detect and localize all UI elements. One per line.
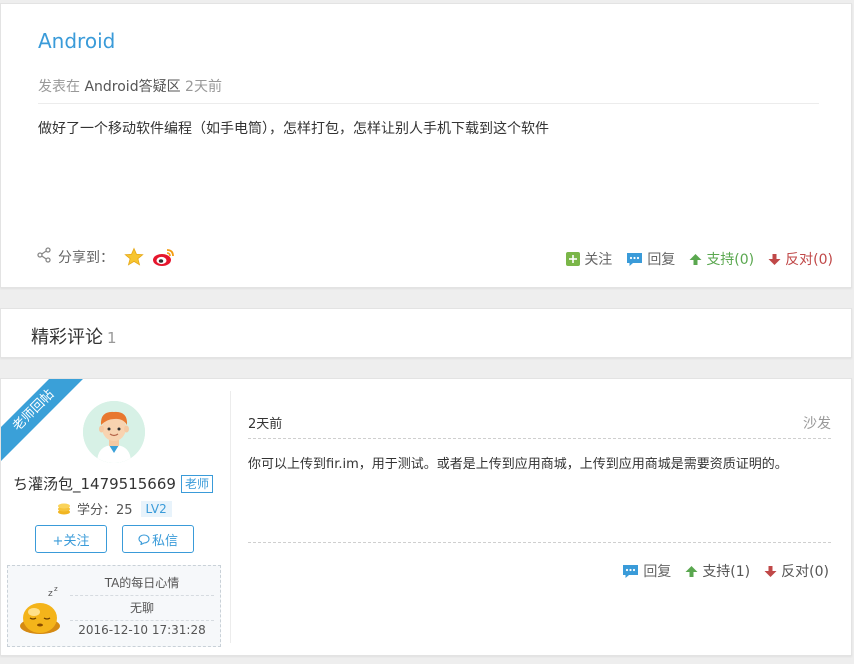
share-icon: [36, 247, 52, 267]
coin-icon: [57, 503, 71, 515]
meta-prefix: 发表在: [38, 79, 80, 95]
oppose-action[interactable]: 反对(0): [768, 249, 833, 269]
comments-title: 精彩评论 1: [31, 323, 117, 349]
floor-label: 沙发: [803, 416, 831, 432]
share-bar: 分享到：: [36, 247, 176, 267]
reply-label: 回复: [647, 252, 676, 268]
comment-card: 老师回帖 ち灌汤包_1479515669 老师 学分：25 LV2 +关注 私信…: [0, 378, 852, 656]
level-badge: LV2: [140, 500, 172, 517]
arrow-down-icon: [768, 253, 781, 266]
reply-action[interactable]: 回复: [626, 249, 675, 269]
comment-icon: [622, 564, 639, 579]
mood-text: 无聊: [70, 599, 214, 621]
question-body: 做好了一个移动软件编程（如手电筒），怎样打包，怎样让别人手机下载到这个软件: [38, 121, 549, 137]
username: ち灌汤包_1479515669 老师: [13, 473, 213, 494]
support-label: 支持(0): [706, 252, 755, 268]
comment-oppose-action[interactable]: 反对(0): [764, 561, 829, 581]
private-message-label: 私信: [151, 533, 178, 549]
comment-reply-label: 回复: [643, 564, 672, 580]
divider: [248, 438, 831, 439]
comment-time: 2天前: [248, 417, 283, 432]
share-label: 分享到：: [58, 250, 114, 266]
comments-title-text: 精彩评论: [31, 327, 103, 348]
follow-label: 关注: [584, 252, 613, 268]
teacher-badge: 老师: [180, 474, 213, 493]
comment-text: 你可以上传到fir.im，用于测试。或者是上传到应用商城，上传到应用商城是需要资…: [248, 457, 788, 472]
follow-action[interactable]: 关注: [566, 249, 612, 269]
username-text[interactable]: ち灌汤包_1479515669: [13, 473, 176, 494]
meta-time: 2天前: [185, 79, 222, 95]
comment-support-action[interactable]: 支持(1): [685, 561, 750, 581]
comment-oppose-label: 反对(0): [781, 564, 829, 580]
divider: [230, 391, 231, 643]
favorite-star-icon[interactable]: [124, 247, 144, 267]
arrow-up-icon: [685, 565, 698, 578]
private-message-button[interactable]: 私信: [122, 525, 194, 553]
question-actions: 关注 回复 支持(0) 反对(0): [552, 249, 833, 269]
comment-actions: 回复 支持(1) 反对(0): [608, 561, 829, 581]
question-meta: 发表在 Android答疑区 2天前: [38, 76, 222, 96]
category-link[interactable]: Android答疑区: [84, 79, 180, 95]
svg-text:z: z: [54, 585, 58, 593]
oppose-label: 反对(0): [785, 252, 833, 268]
plus-icon: [566, 252, 581, 266]
mood-time: 2016-12-10 17:31:28: [78, 623, 206, 637]
divider: [38, 103, 819, 104]
sleepy-face-icon: z z: [18, 584, 64, 638]
comment-icon: [626, 252, 643, 267]
comments-header: 精彩评论 1: [0, 308, 852, 358]
daily-mood-box: z z TA的每日心情 无聊 2016-12-10 17:31:28: [7, 565, 221, 647]
chat-bubble-icon: [138, 533, 150, 545]
svg-text:z: z: [48, 589, 53, 599]
score-text: 学分：25: [77, 503, 133, 518]
question-title[interactable]: Android: [38, 29, 115, 53]
follow-user-button[interactable]: +关注: [35, 525, 107, 553]
comment-reply-action[interactable]: 回复: [622, 561, 671, 581]
score-line: 学分：25 LV2: [57, 499, 172, 518]
comment-support-label: 支持(1): [702, 564, 751, 580]
avatar[interactable]: [83, 401, 145, 463]
arrow-down-icon: [764, 565, 777, 578]
divider: [248, 542, 831, 543]
support-action[interactable]: 支持(0): [689, 249, 754, 269]
teacher-reply-ribbon: 老师回帖: [1, 379, 89, 466]
mood-title: TA的每日心情: [70, 574, 214, 596]
arrow-up-icon: [689, 253, 702, 266]
comments-count: 1: [107, 329, 117, 347]
weibo-icon[interactable]: [152, 247, 176, 267]
question-card: Android 发表在 Android答疑区 2天前 做好了一个移动软件编程（如…: [0, 3, 852, 288]
